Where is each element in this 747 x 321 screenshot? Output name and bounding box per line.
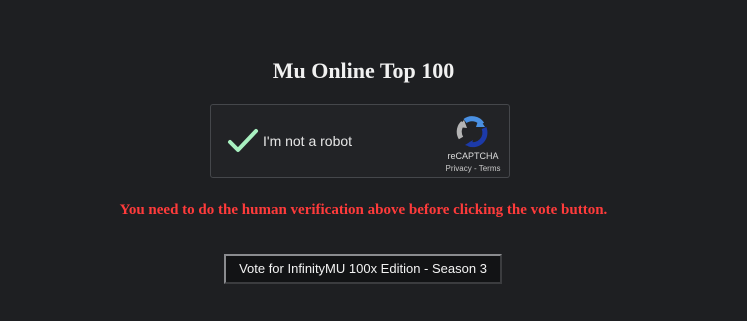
terms-link[interactable]: Terms bbox=[479, 164, 501, 173]
recaptcha-checkbox[interactable] bbox=[225, 123, 261, 159]
privacy-link[interactable]: Privacy bbox=[446, 164, 472, 173]
recaptcha-brand: reCAPTCHA bbox=[447, 151, 499, 161]
checkmark-icon bbox=[228, 129, 258, 152]
vote-button[interactable]: Vote for InfinityMU 100x Edition - Seaso… bbox=[224, 254, 502, 284]
page-title: Mu Online Top 100 bbox=[272, 58, 455, 83]
recaptcha-logo-icon bbox=[455, 115, 489, 149]
links-separator: - bbox=[471, 164, 479, 173]
recaptcha-label: I'm not a robot bbox=[263, 133, 353, 149]
recaptcha-links: Privacy - Terms bbox=[437, 164, 509, 174]
recaptcha-widget: I'm not a robot reCAPTCHA Privacy - Term… bbox=[210, 104, 510, 178]
verification-warning: You need to do the human verification ab… bbox=[119, 202, 608, 218]
